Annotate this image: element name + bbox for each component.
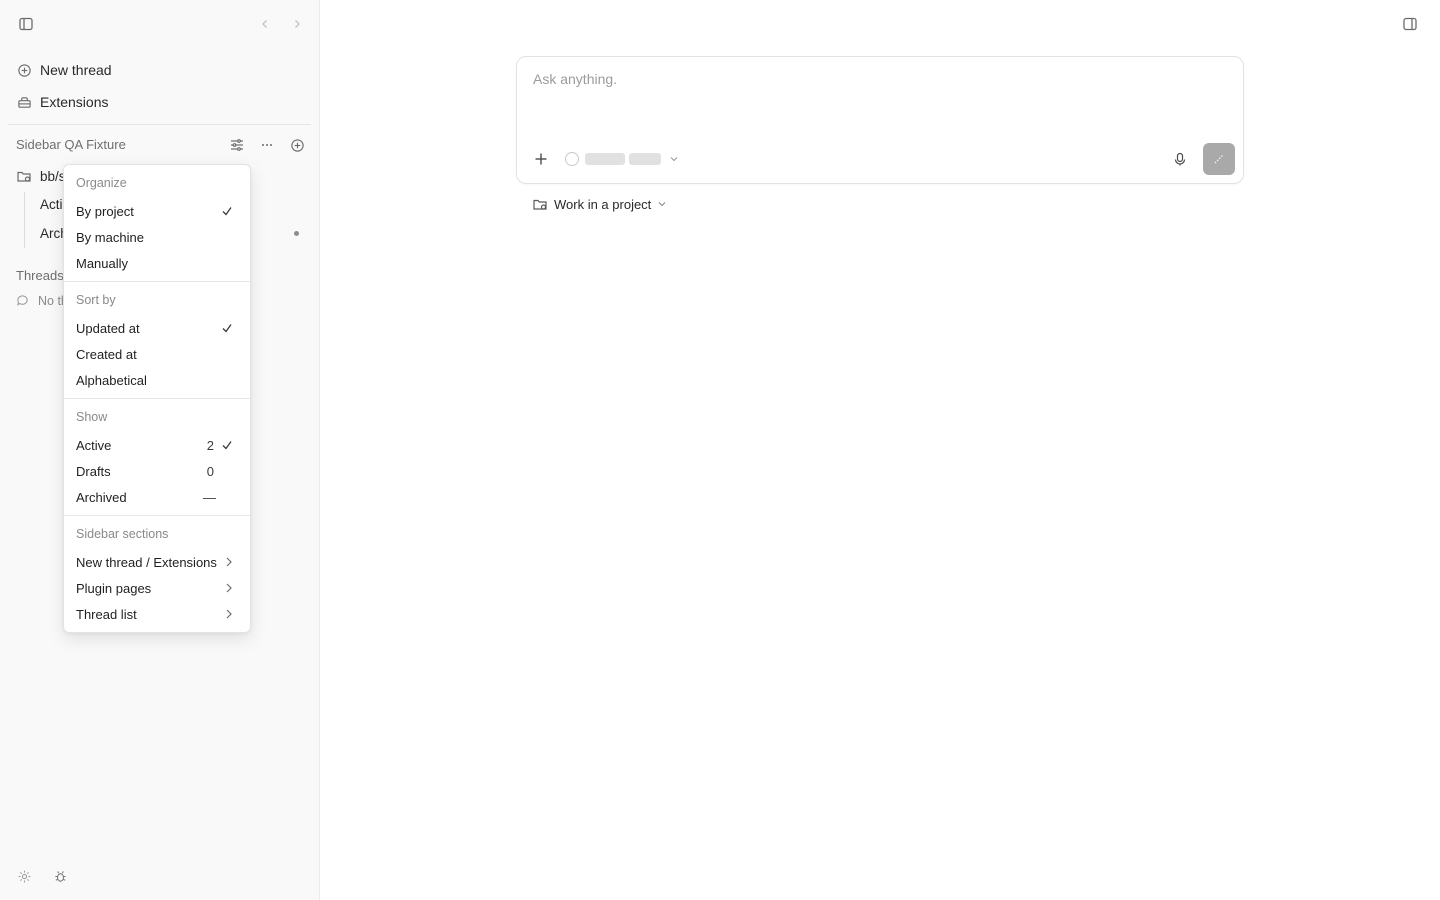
menu-item-new-thread-extensions[interactable]: New thread / Extensions	[68, 550, 246, 574]
menu-item-manually[interactable]: Manually	[68, 251, 246, 275]
loading-skeleton	[629, 153, 661, 165]
chat-bubble-icon	[16, 294, 30, 308]
tree-guide-line	[24, 192, 25, 248]
attach-plus-icon[interactable]	[531, 149, 551, 169]
toggle-sidebar-icon[interactable]	[16, 14, 36, 34]
drafts-count: 0	[206, 463, 214, 479]
menu-item-alphabetical[interactable]: Alphabetical	[68, 368, 246, 392]
menu-group-sidebar-sections: Sidebar sections	[76, 527, 169, 541]
work-in-project-button[interactable]: Work in a project	[532, 194, 667, 214]
menu-item-label: Updated at	[76, 320, 140, 336]
chevron-right-icon	[224, 608, 234, 620]
toggle-right-panel-icon[interactable]	[1400, 14, 1420, 34]
menu-item-created-at[interactable]: Created at	[68, 342, 246, 366]
menu-item-label: By machine	[76, 229, 144, 245]
model-selector[interactable]	[565, 151, 679, 167]
bug-report-icon[interactable]	[50, 866, 70, 886]
extensions-button[interactable]: Extensions	[8, 88, 311, 116]
menu-separator	[64, 398, 250, 399]
extensions-label: Extensions	[40, 94, 109, 110]
more-options-icon[interactable]	[257, 135, 277, 155]
plus-circle-icon	[16, 62, 32, 78]
menu-item-label: Thread list	[76, 606, 137, 622]
status-dot	[294, 231, 299, 236]
checkmark-icon	[220, 438, 234, 452]
composer	[516, 56, 1244, 184]
menu-item-thread-list[interactable]: Thread list	[68, 602, 246, 626]
project-child-active[interactable]: Acti	[40, 197, 63, 212]
sidebar-divider	[8, 124, 311, 125]
add-project-icon[interactable]	[287, 135, 307, 155]
chevron-down-icon	[657, 199, 667, 209]
archived-count: —	[203, 489, 216, 505]
back-arrow-icon[interactable]	[255, 14, 275, 34]
project-folder-icon	[532, 196, 548, 212]
new-thread-button[interactable]: New thread	[8, 56, 311, 84]
send-button[interactable]	[1203, 143, 1235, 175]
chevron-right-icon	[224, 582, 234, 594]
menu-item-label: Archived	[76, 489, 127, 505]
checkmark-icon	[220, 204, 234, 218]
project-folder-icon	[16, 168, 32, 184]
menu-separator	[64, 281, 250, 282]
menu-item-plugin-pages[interactable]: Plugin pages	[68, 576, 246, 600]
menu-item-updated-at[interactable]: Updated at	[68, 316, 246, 340]
work-in-project-label: Work in a project	[554, 196, 652, 212]
chevron-right-icon	[224, 556, 234, 568]
menu-item-by-machine[interactable]: By machine	[68, 225, 246, 249]
loading-skeleton	[585, 153, 625, 165]
prompt-input[interactable]	[533, 71, 1223, 87]
menu-item-label: Manually	[76, 255, 129, 271]
threads-empty-state: No th	[16, 294, 68, 308]
extensions-icon	[16, 94, 32, 110]
sidebar-options-menu: Organize By project By machine Manually …	[63, 164, 251, 633]
menu-item-label: Created at	[76, 346, 137, 362]
menu-item-label: Active	[76, 437, 112, 453]
project-row[interactable]: bb/s	[16, 166, 66, 186]
menu-item-archived[interactable]: Archived —	[68, 485, 246, 509]
menu-item-label: Plugin pages	[76, 580, 152, 596]
forward-arrow-icon[interactable]	[287, 14, 307, 34]
threads-title: Threads	[16, 268, 64, 283]
project-name: bb/s	[40, 168, 66, 184]
filter-settings-icon[interactable]	[227, 135, 247, 155]
menu-item-label: Drafts	[76, 463, 111, 479]
menu-group-organize: Organize	[76, 176, 127, 190]
send-arrow-icon	[1212, 152, 1226, 166]
checkmark-icon	[220, 321, 234, 335]
menu-item-label: New thread / Extensions	[76, 554, 217, 570]
menu-item-active[interactable]: Active 2	[68, 433, 246, 457]
menu-item-by-project[interactable]: By project	[68, 199, 246, 223]
menu-separator	[64, 515, 250, 516]
menu-item-label: Alphabetical	[76, 372, 147, 388]
model-status-icon	[565, 152, 579, 166]
menu-item-drafts[interactable]: Drafts 0	[68, 459, 246, 483]
new-thread-label: New thread	[40, 62, 112, 78]
menu-group-show: Show	[76, 410, 108, 424]
menu-group-sort-by: Sort by	[76, 293, 116, 307]
active-count: 2	[206, 437, 214, 453]
microphone-icon[interactable]	[1170, 149, 1190, 169]
workspace-title: Sidebar QA Fixture	[16, 137, 126, 152]
chevron-down-icon	[669, 154, 679, 164]
menu-item-label: By project	[76, 203, 134, 219]
settings-icon[interactable]	[14, 866, 34, 886]
